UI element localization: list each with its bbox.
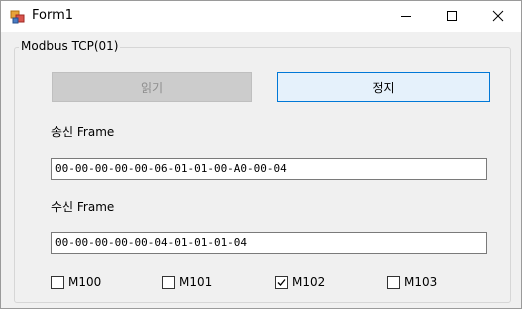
minimize-icon bbox=[401, 16, 411, 17]
main-window: Form1 Modbus TCP(01) 읽기 정지 송신 Frame 00-0… bbox=[0, 0, 522, 309]
read-button[interactable]: 읽기 bbox=[52, 72, 252, 102]
checkbox-square[interactable] bbox=[51, 275, 64, 289]
window-title: Form1 bbox=[32, 8, 74, 23]
checkbox-m103[interactable]: M103 bbox=[387, 274, 437, 290]
close-icon bbox=[492, 10, 504, 22]
checkbox-label: M103 bbox=[404, 275, 438, 289]
checkbox-m102[interactable]: M102 bbox=[275, 274, 325, 290]
send-frame-label: 송신 Frame bbox=[51, 125, 115, 139]
checkbox-square[interactable] bbox=[387, 275, 400, 289]
checkbox-m101[interactable]: M101 bbox=[162, 274, 212, 290]
maximize-button[interactable] bbox=[429, 1, 475, 32]
checkmark-icon bbox=[277, 278, 286, 286]
receive-frame-label: 수신 Frame bbox=[51, 200, 115, 214]
close-button[interactable] bbox=[475, 1, 521, 32]
receive-frame-textbox[interactable]: 00-00-00-00-00-04-01-01-01-04 bbox=[51, 232, 487, 254]
checkbox-m100[interactable]: M100 bbox=[51, 274, 101, 290]
maximize-icon bbox=[447, 11, 457, 21]
minimize-button[interactable] bbox=[383, 1, 429, 32]
winforms-app-icon bbox=[10, 9, 26, 25]
checkbox-label: M100 bbox=[68, 275, 102, 289]
checkbox-square[interactable] bbox=[275, 275, 288, 289]
checkbox-square[interactable] bbox=[162, 275, 175, 289]
stop-button[interactable]: 정지 bbox=[277, 72, 490, 102]
groupbox-title: Modbus TCP(01) bbox=[19, 39, 121, 53]
title-bar[interactable]: Form1 bbox=[1, 1, 521, 32]
checkbox-label: M101 bbox=[179, 275, 213, 289]
checkbox-label: M102 bbox=[292, 275, 326, 289]
send-frame-textbox[interactable]: 00-00-00-00-00-06-01-01-00-A0-00-04 bbox=[51, 158, 487, 180]
